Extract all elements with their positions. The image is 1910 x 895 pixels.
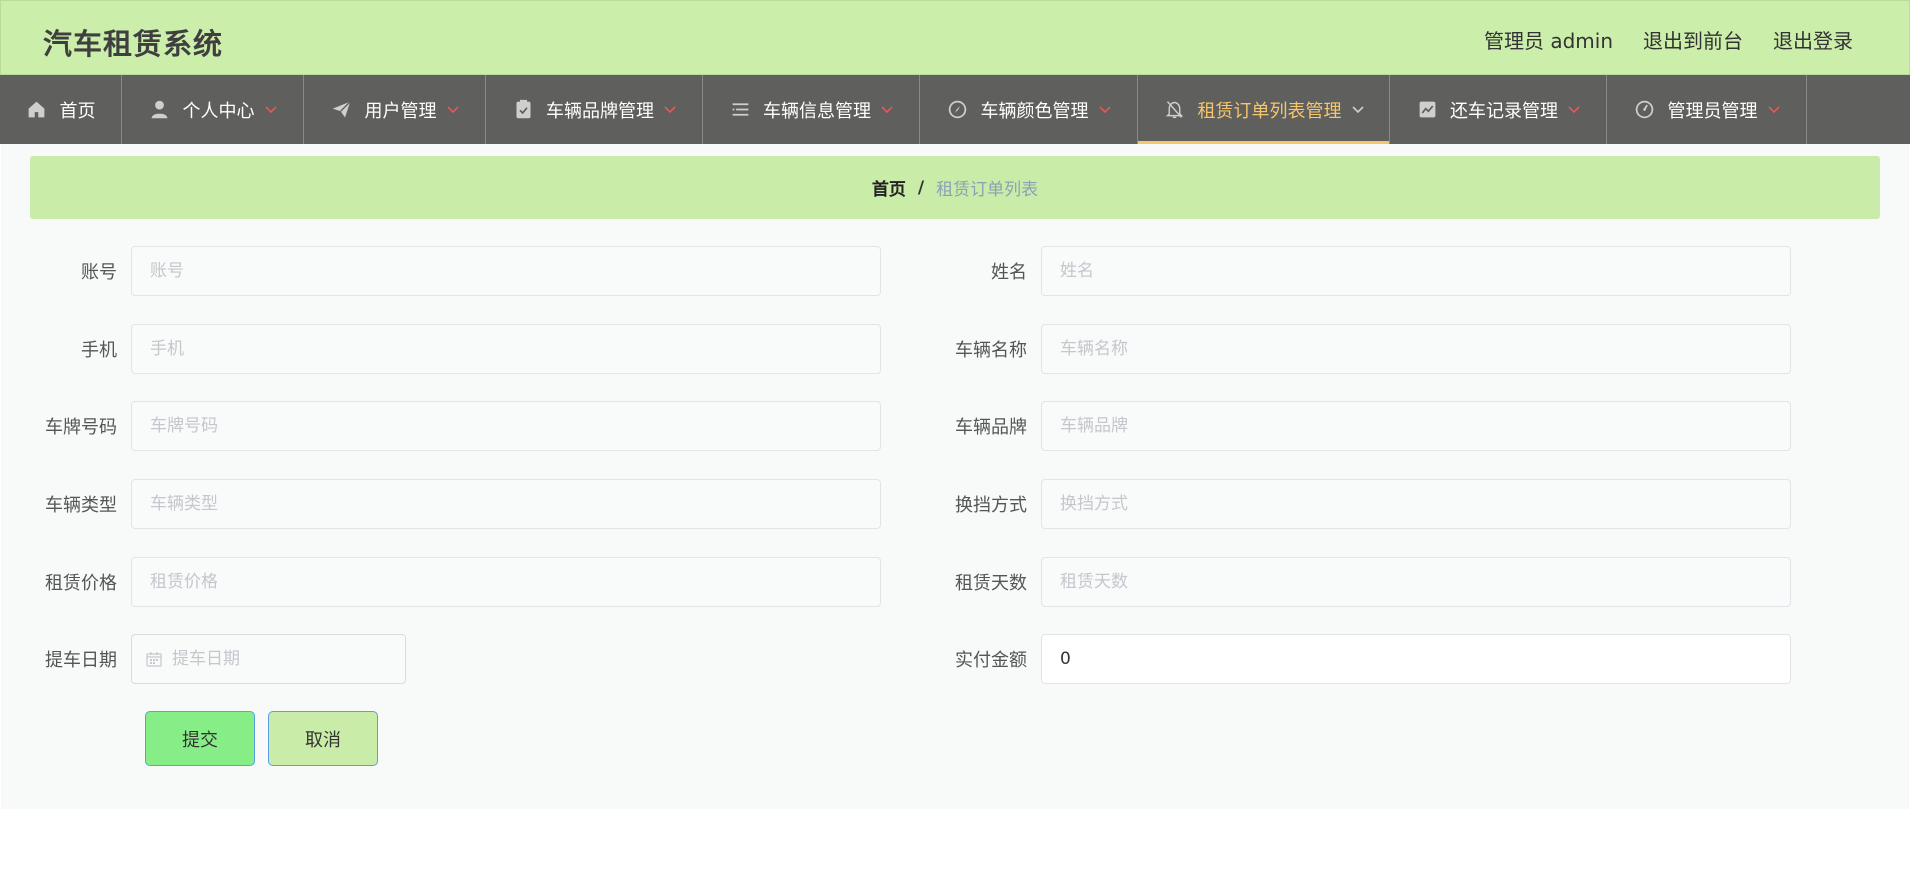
chart-icon (1416, 99, 1438, 121)
chevron-down-icon (881, 105, 893, 114)
price-input[interactable] (131, 557, 881, 607)
car-name-label: 车辆名称 (955, 340, 1027, 361)
cancel-button[interactable]: 取消 (268, 711, 378, 766)
brand-label: 车辆品牌 (955, 417, 1027, 438)
chevron-down-icon (1098, 105, 1111, 114)
dashboard-icon (1634, 99, 1656, 121)
form-row-name: 姓名 (911, 246, 1791, 296)
nav-label: 还车记录管理 (1450, 100, 1558, 122)
pickup-date-label: 提车日期 (45, 650, 117, 671)
form-row-brand: 车辆品牌 (911, 401, 1791, 451)
gear-input[interactable] (1041, 479, 1791, 529)
form-row-account: 账号 (1, 246, 881, 296)
user-icon (149, 99, 171, 121)
chevron-down-icon (1568, 105, 1580, 114)
phone-label: 手机 (81, 340, 117, 361)
paper-plane-icon (331, 99, 353, 121)
name-input[interactable] (1041, 246, 1791, 296)
nav-item-rental-orders[interactable]: 租赁订单列表管理 (1138, 75, 1390, 144)
nav-item-personal-center[interactable]: 个人中心 (122, 75, 304, 144)
account-input[interactable] (131, 246, 881, 296)
pickup-date-picker[interactable] (131, 634, 406, 684)
form-row-pickup-date: 提车日期 (1, 634, 406, 684)
form-row-days: 租赁天数 (911, 557, 1791, 607)
nav-label: 首页 (59, 100, 96, 122)
nav-item-car-info-management[interactable]: 车辆信息管理 (703, 75, 920, 144)
account-label: 账号 (81, 262, 117, 283)
name-label: 姓名 (991, 262, 1027, 283)
form-row-paid: 实付金额 (911, 634, 1791, 684)
home-icon (26, 99, 48, 121)
paid-label: 实付金额 (955, 650, 1027, 671)
app-title: 汽车租赁系统 (43, 27, 224, 61)
main-content: 首页 / 租赁订单列表 账号 姓名 手机 车辆名称 车牌号码 车辆品牌 车辆类型… (1, 144, 1909, 809)
top-header: 汽车租赁系统 管理员 admin 退出到前台 退出登录 (0, 0, 1910, 75)
nav-label: 用户管理 (364, 100, 437, 122)
header-actions: 管理员 admin 退出到前台 退出登录 (1484, 25, 1853, 54)
form-row-price: 租赁价格 (1, 557, 881, 607)
chevron-down-icon (1767, 105, 1780, 114)
days-input[interactable] (1041, 557, 1791, 607)
nav-label: 车辆颜色管理 (980, 100, 1089, 122)
logout-link[interactable]: 退出登录 (1773, 25, 1853, 54)
pickup-date-input[interactable] (172, 649, 372, 669)
nav-item-user-management[interactable]: 用户管理 (304, 75, 486, 144)
nav-label: 车辆信息管理 (763, 100, 871, 122)
form-row-car-type: 车辆类型 (1, 479, 881, 529)
list-icon (729, 99, 751, 121)
bell-off-icon (1164, 99, 1186, 121)
form-row-car-name: 车辆名称 (911, 324, 1791, 374)
paid-amount-input[interactable] (1041, 634, 1791, 684)
chevron-down-icon (264, 105, 277, 114)
submit-button[interactable]: 提交 (145, 711, 255, 766)
nav-label: 个人中心 (182, 100, 255, 122)
clipboard-check-icon (512, 99, 534, 121)
nav-item-admin-management[interactable]: 管理员管理 (1607, 75, 1807, 144)
nav-item-return-records[interactable]: 还车记录管理 (1390, 75, 1607, 144)
form-row-gear: 换挡方式 (911, 479, 1791, 529)
phone-input[interactable] (131, 324, 881, 374)
days-label: 租赁天数 (955, 573, 1027, 594)
car-type-label: 车辆类型 (45, 495, 117, 516)
chevron-down-icon (446, 105, 459, 114)
admin-label: 管理员 admin (1483, 29, 1613, 53)
nav-label: 管理员管理 (1667, 100, 1758, 122)
gear-label: 换挡方式 (955, 495, 1027, 516)
nav-item-brand-management[interactable]: 车辆品牌管理 (486, 75, 703, 144)
back-to-front-link[interactable]: 退出到前台 (1643, 25, 1743, 54)
calendar-icon (146, 652, 162, 667)
main-nav: 首页 个人中心 用户管理 车辆品牌管理 车辆信息管理 车辆颜色管理 租赁订单列表… (0, 75, 1910, 144)
breadcrumb-home[interactable]: 首页 (872, 175, 906, 200)
compass-icon (947, 99, 969, 121)
car-type-input[interactable] (131, 479, 881, 529)
price-label: 租赁价格 (45, 573, 117, 594)
nav-item-color-management[interactable]: 车辆颜色管理 (920, 75, 1138, 144)
chevron-down-icon (664, 105, 676, 114)
breadcrumb-separator: / (917, 177, 925, 198)
form-row-plate: 车牌号码 (1, 401, 881, 451)
nav-item-home[interactable]: 首页 (0, 75, 122, 144)
nav-label: 租赁订单列表管理 (1197, 100, 1342, 122)
form-row-phone: 手机 (1, 324, 881, 374)
plate-input[interactable] (131, 401, 881, 451)
car-name-input[interactable] (1041, 324, 1791, 374)
breadcrumb-current: 租赁订单列表 (936, 180, 1039, 200)
brand-input[interactable] (1041, 401, 1791, 451)
chevron-down-icon (1351, 105, 1364, 114)
nav-label: 车辆品牌管理 (546, 100, 654, 122)
breadcrumb: 首页 / 租赁订单列表 (30, 156, 1880, 219)
plate-label: 车牌号码 (45, 417, 117, 438)
